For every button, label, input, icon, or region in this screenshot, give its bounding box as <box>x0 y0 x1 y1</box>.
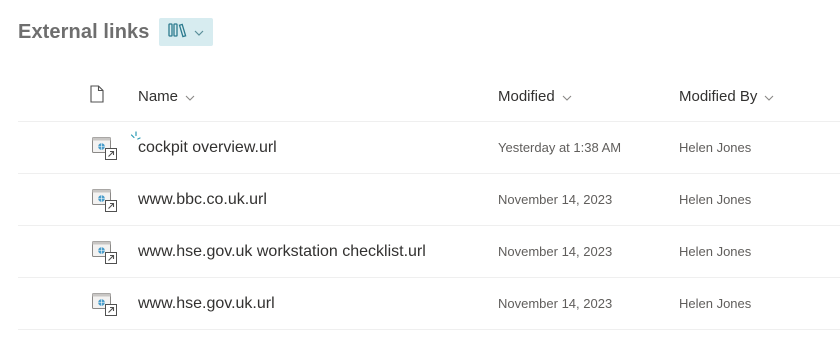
chevron-down-icon <box>185 88 195 105</box>
table-row[interactable]: www.bbc.co.uk.url November 14, 2023 Hele… <box>18 173 840 225</box>
column-header-modified[interactable]: Modified <box>498 80 572 112</box>
page-title: External links <box>18 20 150 43</box>
file-name-link[interactable]: www.hse.gov.uk.url <box>138 278 275 329</box>
url-shortcut-icon <box>91 291 119 317</box>
file-name-link[interactable]: www.hse.gov.uk workstation checklist.url <box>138 226 426 277</box>
table-row[interactable]: www.hse.gov.uk.url November 14, 2023 Hel… <box>18 277 840 330</box>
modified-date: November 14, 2023 <box>498 192 613 207</box>
column-header-file-type[interactable] <box>90 80 104 112</box>
column-header-name-label: Name <box>138 87 179 105</box>
url-shortcut-icon <box>91 239 119 265</box>
library-header: External links <box>18 14 214 50</box>
modified-by-user[interactable]: Helen Jones <box>679 278 751 329</box>
modified-date: November 14, 2023 <box>498 244 613 259</box>
column-header-modified-label: Modified <box>498 87 555 105</box>
column-header-modified-by[interactable]: Modified By <box>679 80 774 112</box>
modified-by-user[interactable]: Helen Jones <box>679 226 751 277</box>
switch-view-button[interactable] <box>159 18 214 46</box>
document-icon <box>90 85 104 107</box>
chevron-down-icon <box>194 23 204 41</box>
modified-date: November 14, 2023 <box>498 296 613 311</box>
file-name-link[interactable]: www.bbc.co.uk.url <box>138 174 267 225</box>
url-shortcut-icon <box>91 135 119 161</box>
table-row[interactable]: www.hse.gov.uk workstation checklist.url… <box>18 225 840 277</box>
column-header-name[interactable]: Name <box>138 80 195 112</box>
url-shortcut-icon <box>91 187 119 213</box>
modified-by-user[interactable]: Helen Jones <box>679 122 751 173</box>
column-header-modified-by-label: Modified By <box>679 87 758 105</box>
modified-by-user[interactable]: Helen Jones <box>679 174 751 225</box>
table-row[interactable]: cockpit overview.url Yesterday at 1:38 A… <box>18 121 840 173</box>
library-view-icon <box>168 22 188 43</box>
file-name-link[interactable]: cockpit overview.url <box>138 122 277 173</box>
chevron-down-icon <box>764 88 774 105</box>
chevron-down-icon <box>562 88 572 105</box>
modified-date: Yesterday at 1:38 AM <box>498 140 622 155</box>
